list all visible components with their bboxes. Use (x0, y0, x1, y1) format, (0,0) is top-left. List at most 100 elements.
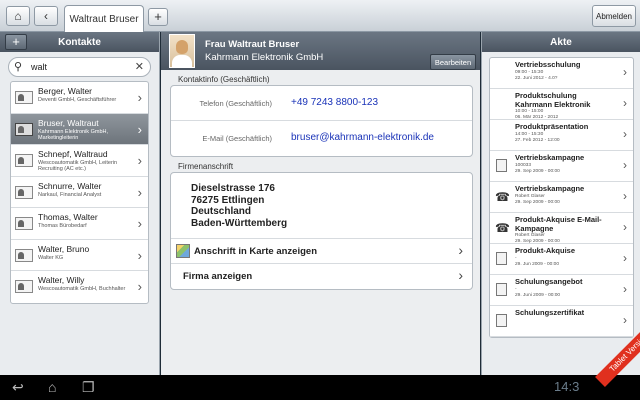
contact-list-item[interactable]: Thomas, Walter Thomas Bürobedarf › (11, 208, 148, 240)
akte-list-item[interactable]: ◷Vertriebsschulung09:00 - 15:3022. Juni … (490, 58, 633, 89)
search-icon: ⚲ (14, 61, 23, 73)
akte-item-title: Schulungsangebot (515, 277, 583, 286)
chevron-right-icon: › (623, 65, 627, 79)
akte-list-item[interactable]: Vertriebskampagne 100033 29. Sep 2009 - 00… (490, 151, 633, 182)
phone-row[interactable]: Telefon (Geschäftlich) +49 7243 8800-123 (171, 86, 472, 121)
address-line: Deutschland (191, 206, 252, 217)
chevron-right-icon: › (137, 247, 142, 263)
detail-panel: Frau Waltraut Bruser Kahrmann Elektronik… (161, 32, 480, 375)
contact-item-name: Berger, Walter (38, 86, 93, 96)
address-block: Dieselstrasse 176 76275 Ettlingen Deutsc… (171, 173, 472, 239)
back-arrow-icon: ‹ (44, 9, 48, 23)
phone-label: Telefon (Geschäftlich) (199, 99, 272, 108)
logout-button[interactable]: Abmelden (592, 5, 636, 27)
contact-list-item[interactable]: Schnurre, Walter Narkaul, Financial Analy… (11, 177, 148, 208)
edit-button[interactable]: Bearbeiten (430, 54, 476, 70)
contact-list-item[interactable]: Walter, Willy Wescoautomatik GmbH, Buchha… (11, 271, 148, 303)
kontaktinfo-box: Telefon (Geschäftlich) +49 7243 8800-123… (170, 85, 473, 157)
contact-item-subtitle: Walter KG (38, 254, 64, 261)
akte-title: Akte (550, 36, 572, 48)
contact-list-item[interactable]: Bruser, Waltraut Kahrmann Elektronik GmbH… (11, 113, 148, 145)
chevron-right-icon: › (137, 279, 142, 294)
akte-list-item[interactable]: ☎ Produkt-Akquise E-Mail-Kampagne Robert G… (490, 213, 633, 244)
contact-card-icon (15, 217, 33, 230)
chevron-right-icon: › (623, 96, 627, 110)
email-value[interactable]: bruser@kahrmann-elektronik.de (291, 132, 434, 143)
address-title: Firmenanschrift (178, 162, 234, 171)
home-button[interactable]: ⌂ (6, 6, 30, 26)
address-line: Baden-Württemberg (191, 217, 288, 229)
phone-value[interactable]: +49 7243 8800-123 (291, 97, 378, 108)
back-button[interactable]: ‹ (34, 6, 58, 26)
home-icon: ⌂ (14, 9, 22, 23)
search-field[interactable]: ⚲ walt ✕ (8, 57, 151, 77)
email-row[interactable]: E-Mail (Geschäftlich) bruser@kahrmann-el… (171, 121, 472, 156)
akte-item-meta: 29. Juni 2009 - 00:00 (515, 292, 561, 298)
contact-item-subtitle: Narkaul, Financial Analyst (38, 191, 102, 198)
contact-item-subtitle: Deventi GmbH, Geschäftsführer (38, 97, 117, 103)
akte-item-meta: 22. Juni 2012 - 4.0? (515, 75, 558, 81)
akte-item-title: Vertriebsschulung (515, 60, 581, 69)
show-map-row[interactable]: Anschrift in Karte anzeigen › (171, 239, 472, 264)
akte-item-title: Produkt-Akquise E-Mail-Kampagne (515, 215, 602, 233)
akte-item-meta: 29. Sep 2009 - 00:00 (515, 199, 560, 205)
chevron-right-icon: › (623, 313, 627, 327)
chevron-right-icon: › (137, 216, 142, 231)
akte-list-item[interactable]: ◷Produktschulung Kahrmann Elektronik10:0… (490, 89, 633, 120)
recent-apps-icon[interactable]: ❐ (82, 379, 95, 396)
add-tab-button[interactable]: + (148, 8, 168, 26)
akte-list-item[interactable]: Produkt-Akquise -29. Jun 2009 - 00:00 › (490, 244, 633, 275)
add-contact-button[interactable]: + (5, 34, 27, 50)
contact-item-name: Walter, Willy (38, 275, 85, 285)
akte-list-item[interactable]: ◷Produktpräsentation14:00 - 15:3027. Feb… (490, 120, 633, 151)
akte-list-item[interactable]: ☎ Vertriebskampagne Robert Glaser 29. Sep 2… (490, 182, 633, 213)
contacts-header: + Kontakte (0, 32, 159, 52)
contact-item-name: Bruser, Waltraut (38, 117, 99, 128)
contact-item-subtitle: Thomas Bürobedarf (38, 223, 87, 229)
akte-item-title: Vertriebskampagne (515, 153, 585, 162)
address-line: 76275 Ettlingen (191, 194, 265, 206)
map-icon (176, 244, 190, 258)
contact-item-name: Schnepf, Waltraud (38, 149, 108, 159)
contacts-title: Kontakte (58, 36, 101, 48)
contact-list-item[interactable]: Schnepf, Waltraud Wescoautomatik GmbH, Le… (11, 145, 148, 177)
contact-list-item[interactable]: Berger, Walter Deventi GmbH, Geschäftsfüh… (11, 82, 148, 114)
address-line: Dieselstrasse 176 (191, 183, 275, 194)
chevron-right-icon: › (623, 282, 627, 296)
show-company-row[interactable]: Firma anzeigen › (171, 264, 472, 289)
chevron-right-icon: › (623, 127, 627, 141)
tab-waltraut-bruser[interactable]: Waltraut Bruser (64, 5, 144, 32)
kontaktinfo-title: Kontaktinfo (Geschäftlich) (178, 75, 270, 84)
detail-header: Frau Waltraut Bruser Kahrmann Elektronik… (161, 32, 480, 70)
akte-item-meta: 27. Feb 2012 - 12:00 (515, 137, 560, 143)
akte-list-item[interactable]: Schulungsangebot -29. Juni 2009 - 00:00 › (490, 275, 633, 306)
email-label: E-Mail (Geschäftlich) (202, 134, 272, 143)
contact-card-icon (15, 91, 33, 104)
akte-list: ◷Vertriebsschulung09:00 - 15:3022. Juni … (489, 57, 634, 338)
show-map-label: Anschrift in Karte anzeigen (194, 246, 317, 257)
phone-icon: ☎ (495, 189, 510, 204)
contact-item-name: Walter, Bruno (38, 243, 90, 254)
chevron-right-icon: › (623, 220, 627, 234)
search-input[interactable]: walt (31, 62, 47, 72)
contact-list-item[interactable]: Walter, Bruno Walter KG › (11, 240, 148, 271)
akte-item-title: Produktschulung Kahrmann Elektronik (515, 91, 591, 109)
chevron-right-icon: › (623, 189, 627, 203)
contacts-panel: + Kontakte ⚲ walt ✕ Berger, Walter Devent… (0, 32, 160, 375)
back-icon[interactable]: ↩ (12, 379, 24, 396)
phone-icon: ☎ (495, 220, 510, 235)
chevron-right-icon: › (623, 158, 627, 172)
clear-icon[interactable]: ✕ (135, 60, 144, 73)
contact-item-subtitle: Kahrmann Elektronik GmbH, Marketingleite… (38, 128, 108, 141)
akte-item-title: Produktpräsentation (515, 122, 589, 131)
show-company-label: Firma anzeigen (183, 271, 253, 282)
contact-card-icon (15, 248, 33, 262)
akte-item-title: Schulungszertifikat (515, 308, 585, 317)
contact-card-icon (15, 154, 33, 167)
chevron-right-icon: › (137, 121, 142, 137)
contact-item-subtitle: Wescoautomatik GmbH, Leiterin Recruiting… (38, 160, 118, 172)
akte-item-title: Vertriebskampagne (515, 184, 585, 193)
akte-list-item[interactable]: Schulungszertifikat › (490, 306, 633, 337)
home-icon[interactable]: ⌂ (48, 379, 56, 395)
contact-card-icon (15, 122, 33, 136)
